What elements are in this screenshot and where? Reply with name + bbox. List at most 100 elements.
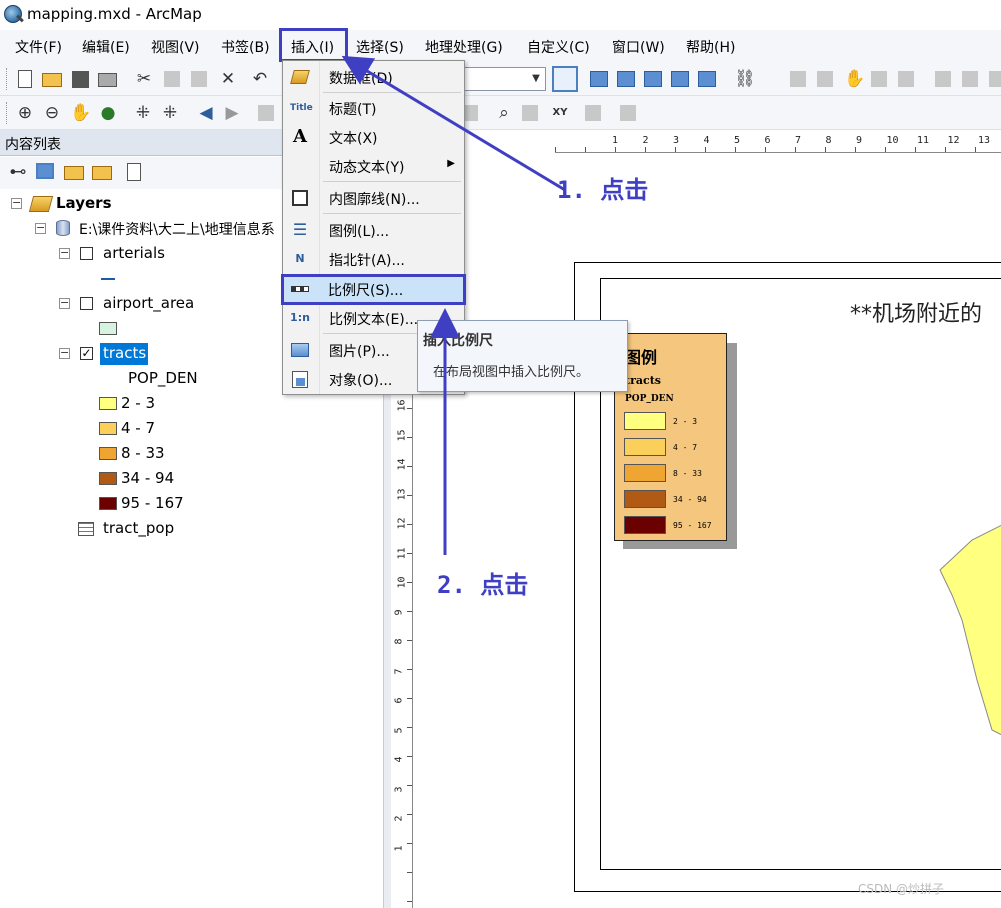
title-bar: mapping.mxd - ArcMap: [0, 0, 1001, 30]
layout-zoom-out-icon[interactable]: [817, 71, 833, 87]
polygon-symbol[interactable]: [99, 322, 117, 335]
class-symbol[interactable]: [99, 422, 117, 435]
legend-class-label: 34 - 94: [673, 495, 707, 504]
forward-arrow-icon[interactable]: ▶: [222, 103, 242, 123]
window-title: mapping.mxd - ArcMap: [27, 5, 202, 23]
map-scale-combobox[interactable]: ▼: [454, 67, 546, 91]
menu-item-text[interactable]: A 文本(X): [284, 123, 463, 151]
menu-bookmarks[interactable]: 书签(B): [221, 37, 270, 57]
arcmap-app-icon: [4, 5, 22, 23]
menu-item-legend[interactable]: ☰ 图例(L)...: [284, 216, 463, 244]
model-builder-icon[interactable]: ⛓: [734, 69, 756, 89]
list-by-drawing-order-icon[interactable]: ⊷: [8, 162, 28, 182]
toc-root-layers[interactable]: Layers: [56, 194, 112, 212]
text-icon: A: [293, 126, 307, 147]
new-document-icon[interactable]: [18, 70, 32, 88]
tracts-map-polygons[interactable]: [932, 500, 1001, 740]
full-extent-icon[interactable]: ●: [98, 103, 118, 123]
editor-toolbar-icon[interactable]: [552, 66, 578, 92]
zoom-whole-page-icon[interactable]: [871, 71, 887, 87]
collapse-icon[interactable]: −: [59, 247, 70, 259]
toggle-draft-mode-icon[interactable]: [935, 71, 951, 87]
open-folder-icon[interactable]: [42, 73, 62, 87]
zoom-in-icon[interactable]: ⊕: [15, 103, 35, 123]
ruler-tick-label: 11: [917, 135, 930, 146]
cut-icon[interactable]: ✂: [134, 69, 154, 89]
map-legend[interactable]: 图例 tracts POP_DEN 2 - 3 4 - 7 8 - 33 34 …: [614, 333, 727, 541]
watermark: CSDN @炒拼子: [858, 882, 945, 896]
time-slider-icon[interactable]: [585, 105, 601, 121]
arctoolbox-icon[interactable]: [671, 71, 689, 87]
legend-class-label: 8 - 33: [673, 469, 702, 478]
list-by-source-icon[interactable]: [36, 163, 54, 179]
menu-edit[interactable]: 编辑(E): [82, 37, 130, 57]
class-symbol[interactable]: [99, 472, 117, 485]
toc-layer-airport-area[interactable]: airport_area: [103, 294, 194, 312]
toolbar-grip[interactable]: [6, 68, 8, 90]
catalog-icon[interactable]: [617, 71, 635, 87]
legend-swatch: [624, 412, 666, 430]
ruler-tick-label: 1: [393, 844, 405, 852]
zoom-100-percent-icon[interactable]: [898, 71, 914, 87]
back-arrow-icon[interactable]: ◀: [196, 103, 216, 123]
menu-item-data-frame[interactable]: 数据框(D): [284, 63, 463, 91]
focus-data-frame-icon[interactable]: [962, 71, 978, 87]
undo-icon[interactable]: ↶: [250, 69, 270, 89]
toc-layer-arterials[interactable]: arterials: [103, 244, 165, 262]
save-icon[interactable]: [72, 71, 89, 88]
layout-zoom-in-icon[interactable]: [790, 71, 806, 87]
find-binoculars-icon[interactable]: ⌕: [494, 103, 514, 123]
toc-options-icon[interactable]: [127, 163, 141, 181]
menu-view[interactable]: 视图(V): [151, 37, 200, 57]
layer-visibility-checkbox[interactable]: [80, 247, 93, 260]
legend-icon: ☰: [292, 220, 308, 239]
find-route-icon[interactable]: [522, 105, 538, 121]
menu-selection[interactable]: 选择(S): [356, 37, 404, 57]
menu-help[interactable]: 帮助(H): [686, 37, 735, 57]
class-symbol[interactable]: [99, 447, 117, 460]
menu-item-scale-bar[interactable]: 比例尺(S)...: [281, 274, 466, 305]
fixed-zoom-out-icon[interactable]: ⁜: [160, 103, 180, 123]
menu-file[interactable]: 文件(F): [15, 37, 62, 57]
layout-pan-icon[interactable]: ✋: [844, 69, 865, 89]
go-to-xy-icon[interactable]: XY: [550, 103, 570, 123]
class-symbol[interactable]: [99, 497, 117, 510]
menu-geoprocessing[interactable]: 地理处理(G): [425, 37, 503, 57]
menu-item-dynamic-text[interactable]: 动态文本(Y) ▶: [284, 152, 463, 180]
copy-icon[interactable]: [164, 71, 180, 87]
collapse-icon[interactable]: −: [59, 297, 70, 309]
print-icon[interactable]: [98, 73, 117, 87]
collapse-icon[interactable]: −: [59, 347, 70, 359]
table-of-contents-icon[interactable]: [590, 71, 608, 87]
menu-item-title[interactable]: Title 标题(T): [284, 94, 463, 122]
toc-layer-tracts[interactable]: tracts: [103, 344, 146, 362]
menu-customize[interactable]: 自定义(C): [527, 37, 590, 57]
list-by-visibility-icon[interactable]: [64, 166, 84, 180]
menu-item-neatline[interactable]: 内图廓线(N)...: [284, 184, 463, 212]
create-viewer-icon[interactable]: [620, 105, 636, 121]
zoom-out-icon[interactable]: ⊖: [42, 103, 62, 123]
class-symbol[interactable]: [99, 397, 117, 410]
delete-icon[interactable]: ✕: [218, 69, 238, 89]
list-by-selection-icon[interactable]: [92, 166, 112, 180]
menu-windows[interactable]: 窗口(W): [612, 37, 665, 57]
collapse-icon[interactable]: −: [35, 222, 46, 234]
select-features-icon[interactable]: [258, 105, 274, 121]
legend-layer-name: tracts: [625, 374, 661, 387]
layer-visibility-checkbox[interactable]: ✓: [80, 347, 93, 360]
legend-field-name: POP_DEN: [625, 394, 674, 404]
line-symbol[interactable]: [101, 278, 115, 280]
paste-icon[interactable]: [191, 71, 207, 87]
python-window-icon[interactable]: [698, 71, 716, 87]
search-window-icon[interactable]: [644, 71, 662, 87]
change-layout-icon[interactable]: [989, 71, 1001, 87]
chevron-down-icon[interactable]: ▼: [527, 68, 545, 90]
fixed-zoom-in-icon[interactable]: ⁜: [133, 103, 153, 123]
toolbar-grip[interactable]: [6, 102, 8, 124]
layer-visibility-checkbox[interactable]: [80, 297, 93, 310]
pan-icon[interactable]: ✋: [70, 103, 91, 123]
menu-item-north-arrow[interactable]: N 指北针(A)...: [284, 245, 463, 273]
collapse-icon[interactable]: −: [11, 197, 22, 209]
toc-table-tract-pop[interactable]: tract_pop: [103, 519, 174, 537]
map-title-text[interactable]: **机场附近的: [850, 296, 982, 328]
